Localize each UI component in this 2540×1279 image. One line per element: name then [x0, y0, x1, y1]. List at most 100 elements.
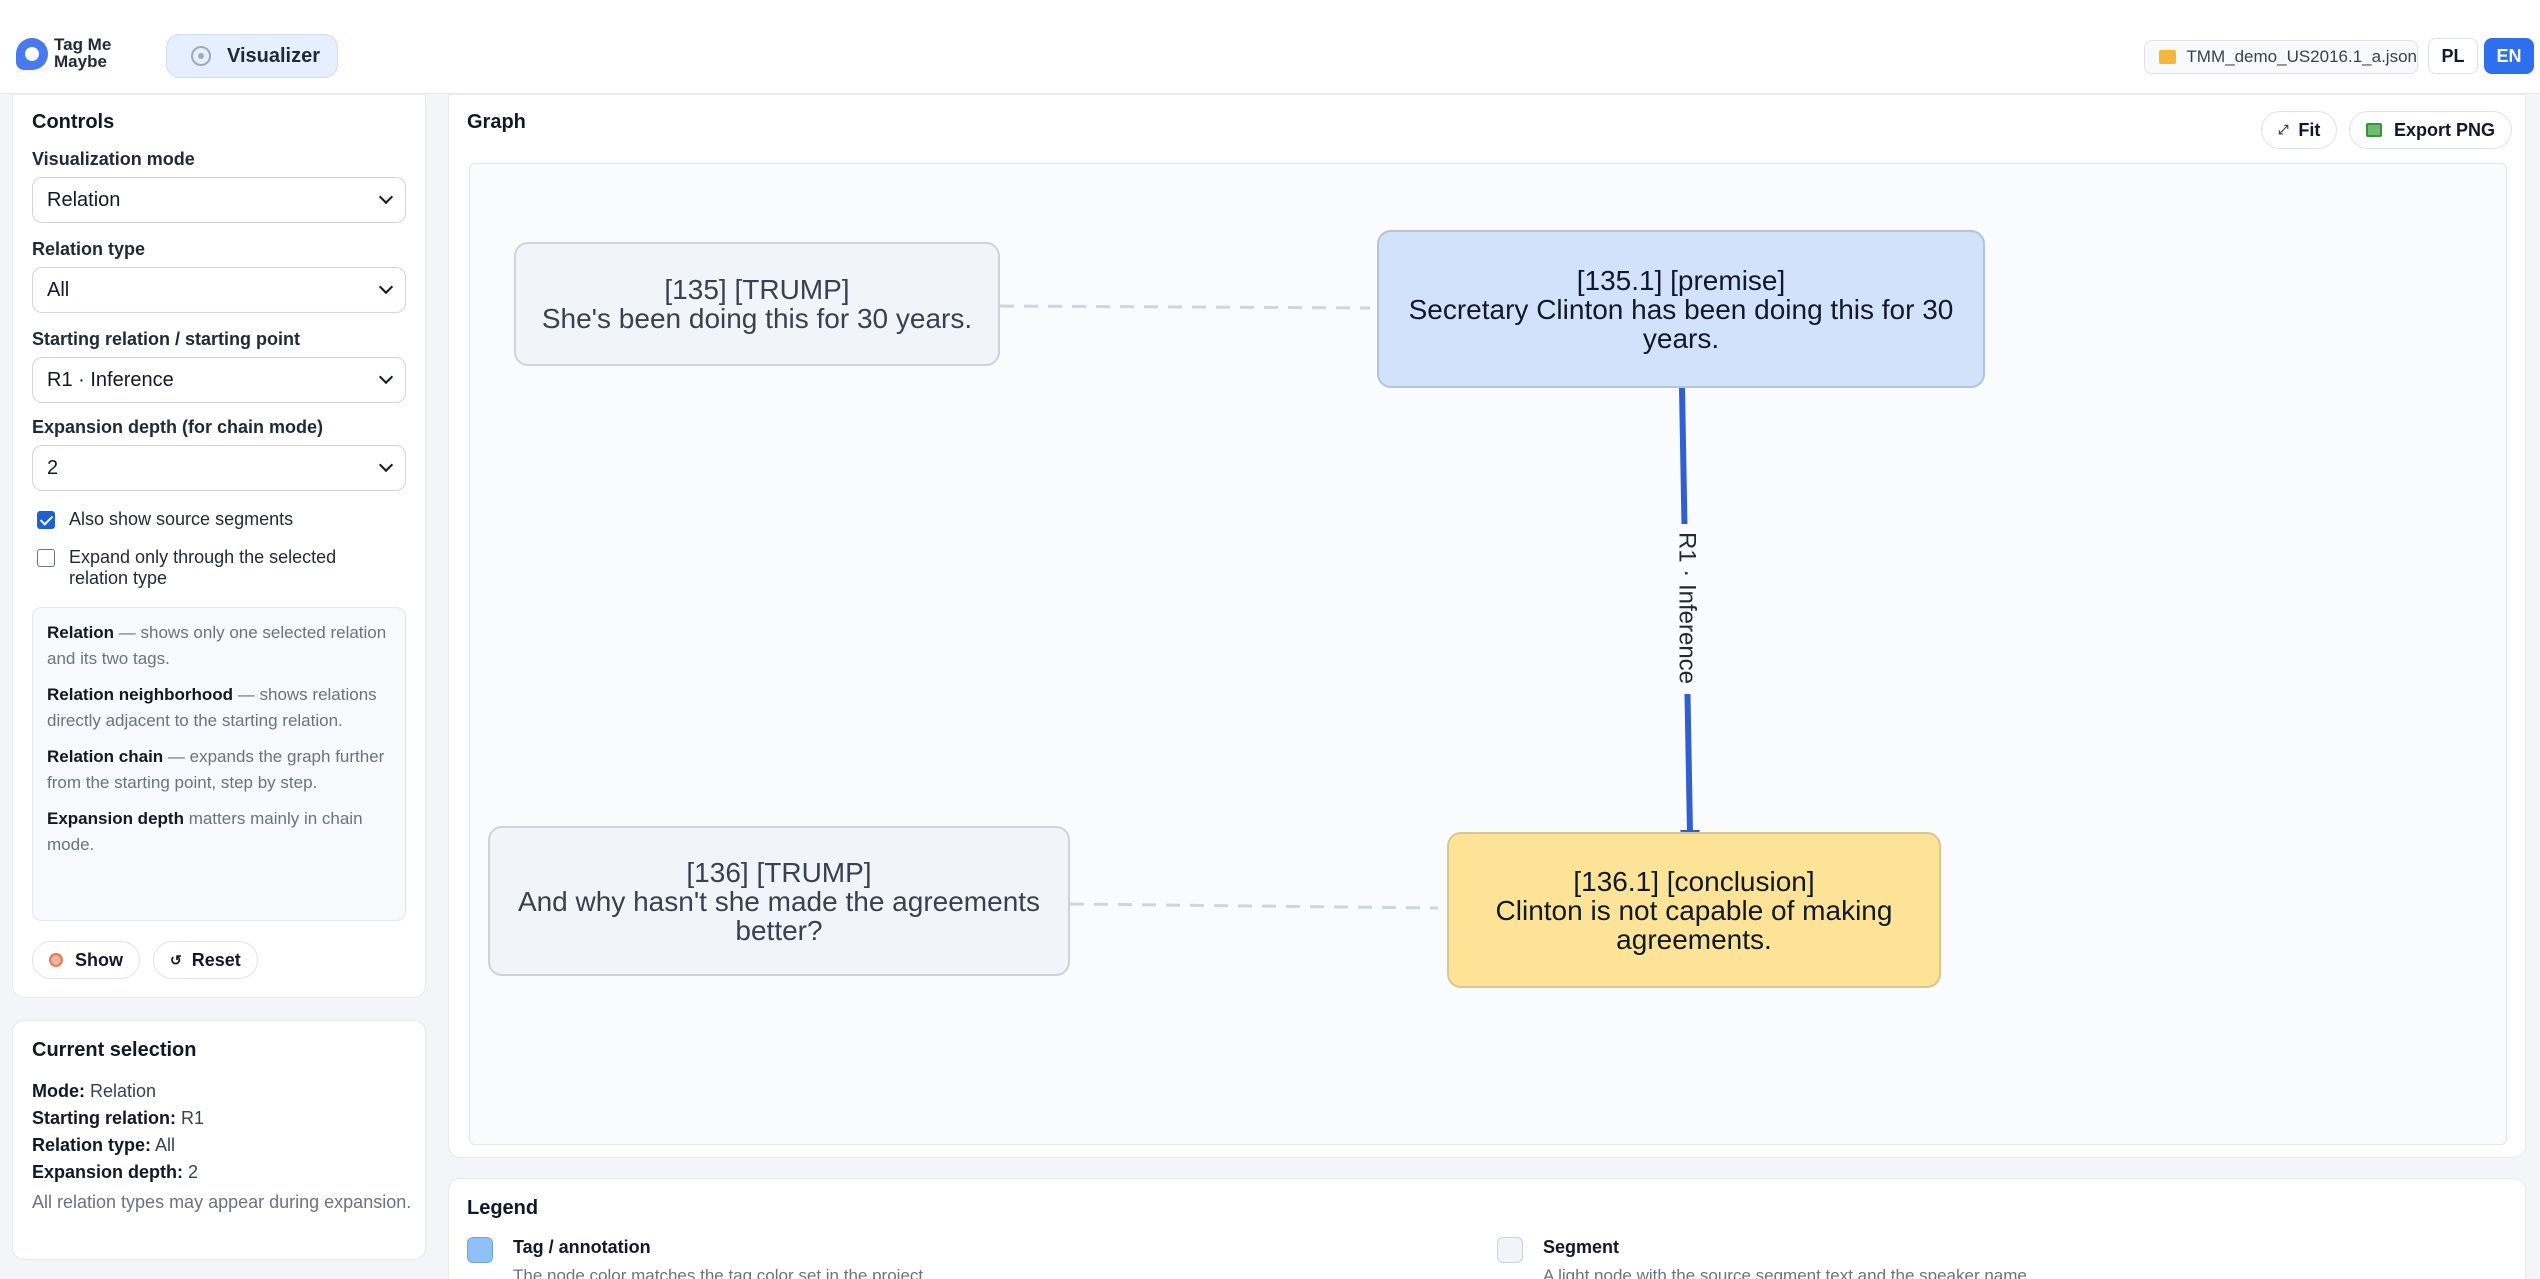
node-text: She's been doing this for 30 years. — [541, 303, 973, 334]
help-term: Expansion depth — [47, 809, 184, 828]
current-selection-panel: Current selection Mode: Relation Startin… — [12, 1020, 426, 1260]
graph-title: Graph — [467, 111, 526, 133]
show-button-label: Show — [75, 949, 123, 970]
tag-swatch-icon — [467, 1237, 493, 1263]
mode-label: Visualization mode — [32, 149, 195, 169]
chevron-down-icon — [378, 279, 394, 295]
graph-panel: Graph ⤢ Fit Export PNG R1 · Inference [1… — [448, 94, 2526, 1158]
help-chain: Relation chain — expands the graph furth… — [47, 744, 391, 796]
segment-swatch-icon — [1497, 1237, 1523, 1263]
selection-mode: Mode: Relation — [32, 1081, 156, 1102]
mode-help-box: Relation — shows only one selected relat… — [32, 607, 406, 921]
depth-select[interactable]: 2 — [32, 445, 406, 491]
controls-title: Controls — [32, 111, 115, 133]
help-relation: Relation — shows only one selected relat… — [47, 620, 391, 672]
starting-point-select[interactable]: R1 · Inference — [32, 357, 406, 403]
help-neighborhood: Relation neighborhood — shows relations … — [47, 682, 391, 734]
relation-type-label: Relation type — [32, 239, 146, 259]
file-name: TMM_demo_US2016.1_a.json — [2186, 47, 2417, 66]
selection-type: Relation type: All — [32, 1135, 175, 1156]
selection-key: Mode: — [32, 1081, 85, 1101]
source-segments-label: Also show source segments — [69, 509, 294, 529]
expand-only-row[interactable]: Expand only through the selected relatio… — [37, 547, 397, 589]
brand-line-1: Tag Me — [54, 35, 112, 54]
node-text: And why hasn't she made the agreements b… — [517, 885, 1041, 946]
source-segments-checkbox[interactable] — [37, 511, 55, 529]
help-term: Relation — [47, 623, 115, 642]
lang-en-button[interactable]: EN — [2484, 38, 2534, 74]
starting-point-select-value: R1 · Inference — [47, 368, 174, 391]
legend-tag-desc: The node color matches the tag color set… — [513, 1266, 928, 1279]
nav-visualizer-label: Visualizer — [227, 44, 321, 67]
selection-key: Starting relation: — [32, 1108, 177, 1128]
legend-title: Legend — [467, 1197, 539, 1219]
selection-key: Expansion depth: — [32, 1162, 184, 1182]
selection-value: 2 — [183, 1162, 199, 1182]
brand-line-2: Maybe — [54, 52, 107, 71]
expand-only-label: Expand only through the selected relatio… — [69, 547, 337, 588]
mode-select-value: Relation — [47, 188, 121, 211]
graph-canvas[interactable]: R1 · Inference [135] [TRUMP] She's been … — [469, 163, 2507, 1145]
premise-node-135-1[interactable]: [135.1] [premise] Secretary Clinton has … — [1377, 230, 1985, 388]
selection-note: All relation types may appear during exp… — [32, 1192, 412, 1212]
selection-title: Current selection — [32, 1039, 197, 1061]
edge-label: R1 · Inference — [1674, 532, 1701, 684]
segment-link-135 — [999, 304, 1371, 310]
target-icon — [49, 953, 63, 967]
controls-panel: Controls Visualization mode Relation Rel… — [12, 94, 426, 998]
segment-node-135[interactable]: [135] [TRUMP] She's been doing this for … — [514, 242, 1000, 366]
segment-link-136 — [1069, 902, 1439, 910]
chevron-down-icon — [378, 457, 394, 473]
segment-node-136[interactable]: [136] [TRUMP] And why hasn't she made th… — [488, 826, 1070, 976]
fit-button[interactable]: ⤢ Fit — [2261, 111, 2338, 149]
expand-only-checkbox[interactable] — [37, 549, 55, 567]
show-button[interactable]: Show — [32, 941, 140, 979]
legend-tag-title: Tag / annotation — [513, 1237, 651, 1257]
node-heading: [135] [TRUMP] — [664, 274, 850, 305]
legend-segment-desc: A light node with the source segment tex… — [1543, 1266, 2032, 1279]
legend-panel: Legend Tag / annotation The node color m… — [448, 1178, 2526, 1279]
lang-pl-button[interactable]: PL — [2428, 38, 2478, 74]
image-icon — [2366, 123, 2382, 137]
brand-name: Tag Me Maybe — [54, 36, 111, 70]
file-indicator[interactable]: TMM_demo_US2016.1_a.json — [2144, 40, 2418, 74]
chevron-down-icon — [378, 369, 394, 385]
selection-value: All — [151, 1135, 176, 1155]
expand-icon: ⤢ — [2278, 122, 2289, 137]
source-segments-row[interactable]: Also show source segments — [37, 509, 293, 530]
depth-label: Expansion depth (for chain mode) — [32, 417, 324, 437]
selection-start: Starting relation: R1 — [32, 1108, 204, 1129]
chevron-down-icon — [378, 189, 394, 205]
selection-depth: Expansion depth: 2 — [32, 1162, 198, 1183]
folder-icon — [2159, 50, 2177, 64]
relation-type-select[interactable]: All — [32, 267, 406, 313]
help-depth: Expansion depth matters mainly in chain … — [47, 806, 391, 858]
fit-button-label: Fit — [2298, 119, 2321, 140]
node-heading: [136.1] [conclusion] — [1573, 865, 1815, 897]
logo-icon — [16, 38, 48, 70]
atom-icon — [191, 46, 211, 66]
top-bar: Tag Me Maybe Visualizer TMM_demo_US2016.… — [0, 0, 2540, 94]
reset-icon: ↺ — [170, 951, 182, 968]
nav-visualizer[interactable]: Visualizer — [166, 34, 338, 78]
selection-key: Relation type: — [32, 1135, 152, 1155]
legend-segment: Segment A light node with the source seg… — [1497, 1237, 2032, 1279]
starting-point-label: Starting relation / starting point — [32, 329, 301, 349]
help-term: Relation neighborhood — [47, 685, 234, 704]
node-text: Clinton is not capable of making agreeme… — [1495, 894, 1893, 955]
reset-button[interactable]: ↺ Reset — [153, 941, 258, 979]
reset-button-label: Reset — [191, 949, 241, 970]
selection-value: Relation — [85, 1081, 157, 1101]
selection-value: R1 — [176, 1108, 205, 1128]
legend-segment-title: Segment — [1543, 1237, 1620, 1257]
legend-tag: Tag / annotation The node color matches … — [467, 1237, 928, 1279]
node-heading: [136] [TRUMP] — [686, 856, 872, 888]
export-png-button-label: Export PNG — [2394, 119, 2496, 140]
node-heading: [135.1] [premise] — [1576, 264, 1786, 296]
depth-select-value: 2 — [47, 456, 59, 479]
mode-select[interactable]: Relation — [32, 177, 406, 223]
export-png-button[interactable]: Export PNG — [2349, 111, 2513, 149]
relation-type-select-value: All — [47, 278, 70, 301]
node-text: Secretary Clinton has been doing this fo… — [1408, 293, 1954, 354]
conclusion-node-136-1[interactable]: [136.1] [conclusion] Clinton is not capa… — [1447, 832, 1941, 988]
